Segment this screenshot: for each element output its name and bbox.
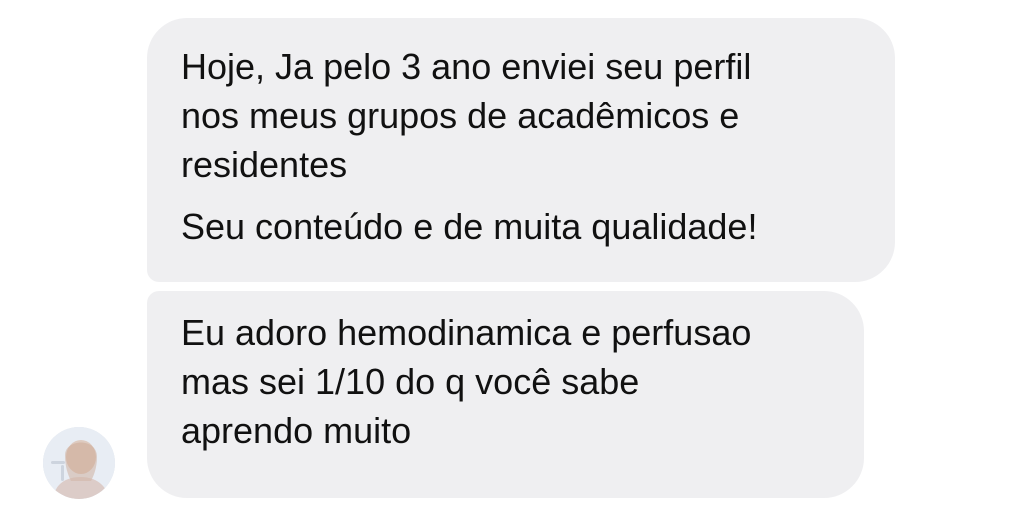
message-text-line: Eu adoro hemodinamica e perfusao [181, 312, 752, 353]
message-thread: Hoje, Ja pelo 3 ano enviei seu perfil no… [0, 0, 1024, 521]
user-avatar-photo-icon [43, 427, 115, 499]
message-text-line: aprendo muito [181, 410, 412, 451]
message-text-line: nos meus grupos de acadêmicos e [181, 95, 740, 136]
message-bubble[interactable]: Eu adoro hemodinamica e perfusao mas sei… [147, 291, 864, 498]
message-text-line: mas sei 1/10 do q você sabe [181, 361, 640, 402]
message-text-line: residentes [181, 144, 348, 185]
message-text-line: Seu conteúdo e de muita qualidade! [181, 206, 758, 247]
message-bubble[interactable]: Hoje, Ja pelo 3 ano enviei seu perfil no… [147, 18, 895, 282]
sender-avatar[interactable] [43, 427, 115, 499]
message-text-line: Hoje, Ja pelo 3 ano enviei seu perfil [181, 46, 752, 87]
